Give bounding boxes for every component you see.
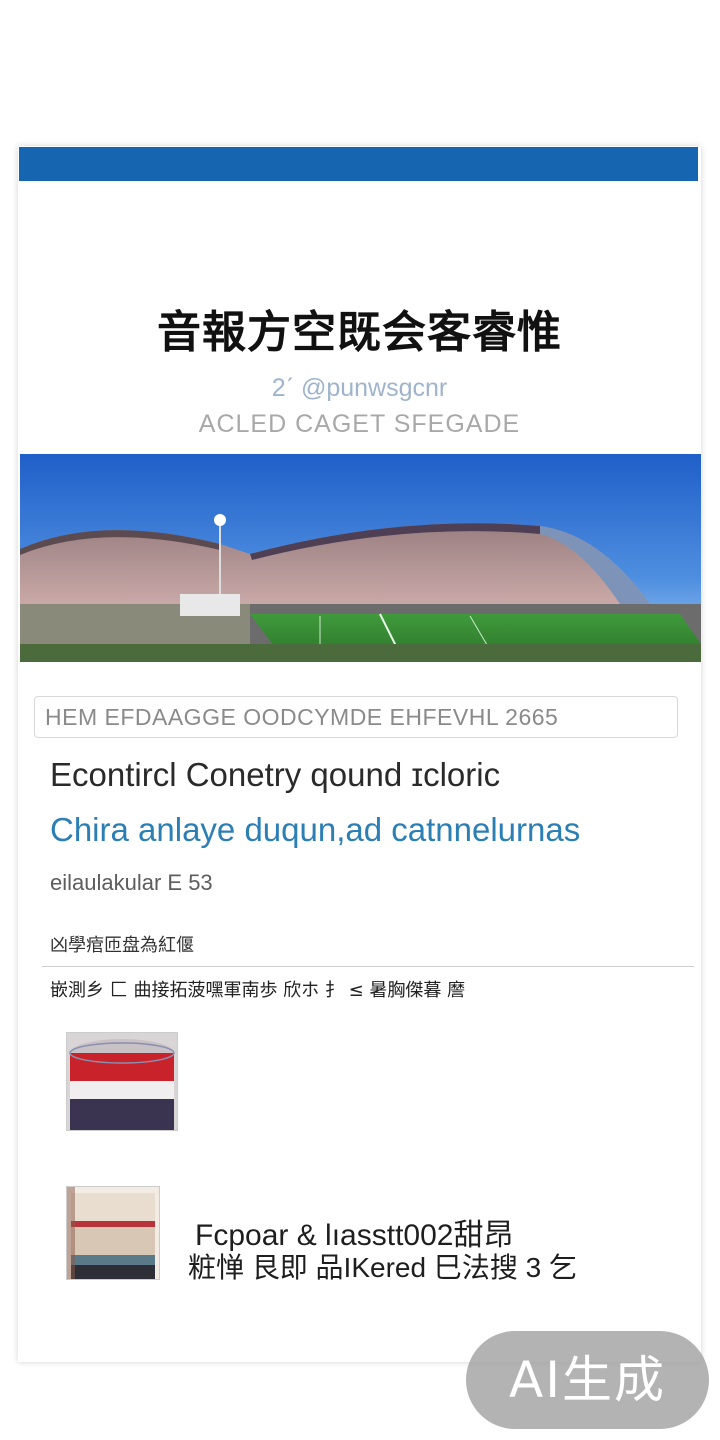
article-card: 音報方空既会客睿惟 2ˊ @punwsgcnr ACLED CAGET SFEG… [18, 146, 701, 1362]
page: 音報方空既会客睿惟 2ˊ @punwsgcnr ACLED CAGET SFEG… [0, 0, 720, 1440]
stadium-hero-image [20, 454, 701, 662]
article-title-link[interactable]: Chira anlaye duqun,ad catnnelurnas [50, 811, 580, 849]
section-label: 凶學痯匝盘為紅偃 [50, 935, 194, 956]
article-title: Econtircl Conetry qound ɪcloric [50, 756, 501, 793]
product-subtitle: 粧惮 艮即 品IKered 巳法搜 3 乞 [188, 1252, 577, 1283]
product-thumbnail-1[interactable] [66, 1032, 178, 1131]
ai-generated-badge: AI生成 [466, 1331, 709, 1429]
caption-strip: HEM EFDAAGGE OODCYMDE EHFEVHL 2665 [34, 696, 678, 738]
top-color-bar [19, 147, 698, 181]
subheadline-line-2: ACLED CAGET SFEGADE [198, 410, 521, 438]
section-divider [42, 966, 694, 967]
product-thumbnail-2[interactable] [66, 1186, 160, 1280]
subheadline-line-1: 2ˊ @punwsgcnr [271, 374, 448, 402]
section-description: 嵌測乡 匚 曲接拓菠嘿軍南歩 欣ホ 扌 ≤ 暑胸傑暮 䜆 [50, 980, 466, 1001]
page-headline: 音報方空既会客睿惟 [157, 307, 562, 358]
article-meta: eilaulakular E 53 [50, 870, 213, 895]
